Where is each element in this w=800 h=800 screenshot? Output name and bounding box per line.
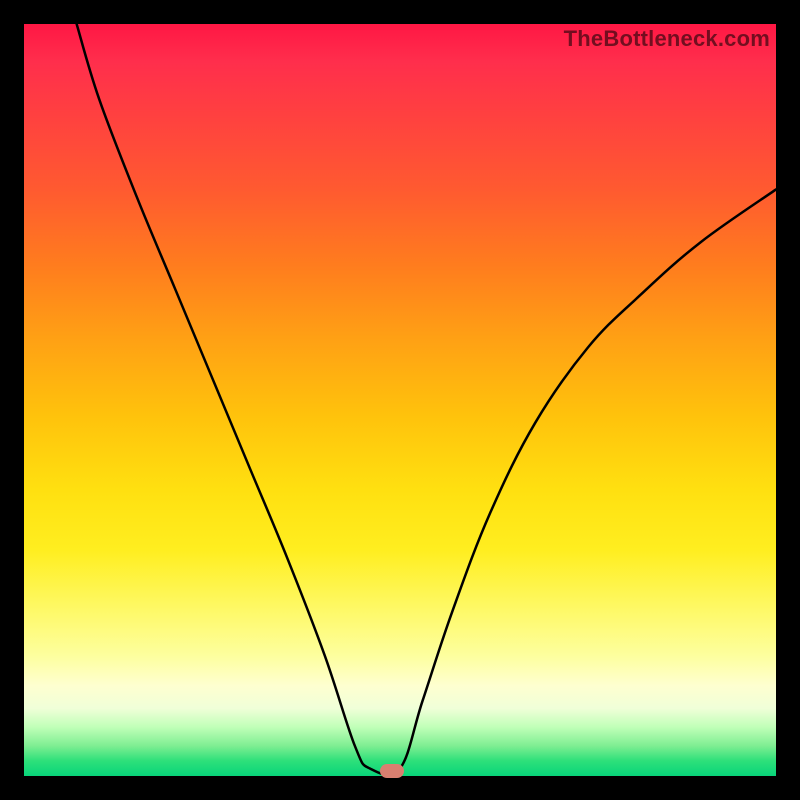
bottleneck-curve	[24, 24, 776, 776]
curve-path	[77, 24, 776, 775]
optimum-marker	[380, 764, 404, 778]
plot-area: TheBottleneck.com	[24, 24, 776, 776]
